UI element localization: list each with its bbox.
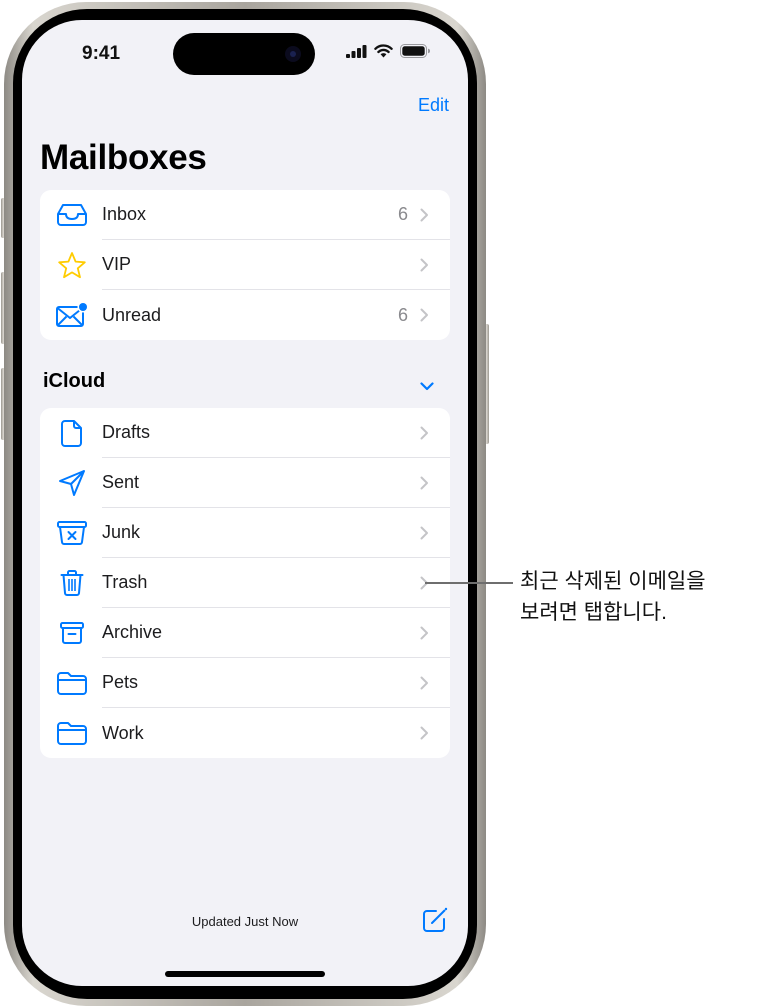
unread-count: 6 [397,304,408,325]
mailbox-row-vip[interactable]: VIP [40,240,450,290]
folder-label: Work [102,722,144,743]
status-icons [346,44,431,63]
status-time: 9:41 [82,43,121,64]
page-title: Mailboxes [40,138,207,177]
chevron-right-icon [420,426,450,440]
home-indicator[interactable] [165,971,325,977]
folder-label: Archive [102,622,163,642]
update-status: Updated Just Now [191,914,299,929]
front-camera [285,46,301,62]
paperplane-icon [40,469,102,497]
folder-row-sent[interactable]: Sent [40,458,450,508]
callout-line [425,582,513,584]
envelope-unread-icon [40,301,102,329]
chevron-right-icon [420,626,450,640]
folder-row-drafts[interactable]: Drafts [40,408,450,458]
chevron-right-icon [420,726,450,740]
folder-row-trash[interactable]: Trash [40,558,450,608]
chevron-right-icon [420,476,450,490]
folder-row-archive[interactable]: Archive [40,608,450,658]
unread-count: 6 [397,204,408,224]
chevron-right-icon [420,526,450,540]
compose-icon[interactable] [422,907,448,938]
mailbox-row-unread[interactable]: Unread 6 [40,290,450,340]
dynamic-island [173,33,315,75]
folder-row-junk[interactable]: Junk [40,508,450,558]
trash-icon [40,569,102,597]
mailbox-label: VIP [102,254,132,274]
folder-label: Junk [102,522,141,542]
folder-label: Drafts [102,422,151,442]
folder-row-work[interactable]: Work [40,708,450,758]
screen: 9:41 Edit Mailboxes Inbox 6 VIP Unread 6… [22,20,468,986]
chevron-right-icon [420,676,450,690]
folder-row-pets[interactable]: Pets [40,658,450,708]
chevron-right-icon [420,208,450,222]
cellular-signal-icon [346,44,367,63]
star-icon [40,251,102,279]
folder-label: Trash [102,572,148,592]
icloud-folders-list: Drafts Sent Junk Trash Archive Pets Work [40,408,450,758]
folder-icon [40,721,102,745]
chevron-right-icon [420,258,450,272]
edit-button[interactable]: Edit [418,95,449,116]
smart-mailboxes-list: Inbox 6 VIP Unread 6 [40,190,450,340]
folder-label: Sent [102,472,140,492]
folder-icon [40,671,102,695]
callout-text: 최근 삭제된 이메일을 보려면 탭합니다. [520,570,706,624]
inbox-tray-icon [40,203,102,227]
junk-bin-icon [40,520,102,546]
archive-box-icon [40,621,102,645]
folder-label: Pets [102,672,139,692]
mailbox-row-inbox[interactable]: Inbox 6 [40,190,450,240]
mailbox-label: Inbox [102,204,147,224]
chevron-right-icon [420,308,450,322]
document-icon [40,419,102,447]
section-header-icloud[interactable]: iCloud [43,370,105,393]
battery-icon [400,44,431,63]
chevron-down-icon[interactable] [420,378,434,396]
mailbox-label: Unread [102,304,162,325]
wifi-icon [374,44,393,63]
